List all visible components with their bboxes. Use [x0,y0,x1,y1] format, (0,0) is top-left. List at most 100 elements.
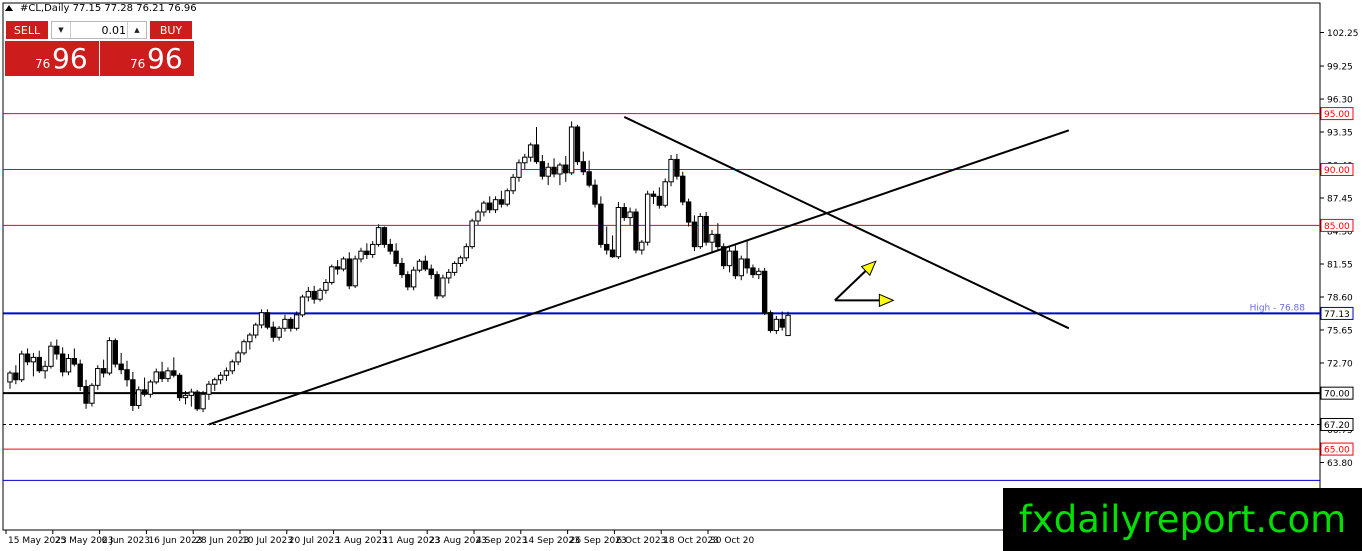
candle-body [165,370,171,380]
candle-body [276,327,282,338]
y-tick-label: 81.55 [1327,260,1353,270]
candle-body [709,233,715,243]
candle-body [7,372,13,383]
candle-body [370,243,376,255]
x-tick-label: 30 Oct 20 [710,536,754,546]
candle-body [703,215,709,243]
candle-body [393,250,399,264]
y-tick-label: 72.70 [1327,359,1353,369]
buy-price-button[interactable]: 76 96 [100,41,194,76]
candle-body [487,202,493,211]
candle-body [732,250,739,277]
candle-body [662,181,668,206]
high-price-label: High - 76.88 [1250,303,1306,313]
candle-body [434,274,440,297]
candle-body [650,193,657,197]
trendline-1[interactable] [208,129,1070,426]
candle-body [481,202,487,213]
candle-body [715,233,721,248]
candle-body [428,268,434,276]
candle-body [639,241,645,251]
candle-body [42,365,48,372]
symbol-menu-icon[interactable] [5,5,13,11]
candle-body [381,227,388,245]
candle-body [36,356,42,372]
price-chart[interactable]: High - 76.88 102.2599.2596.3093.3590.408… [0,0,1362,551]
candle-body [691,221,698,248]
candle-body [358,250,364,260]
lot-size-stepper[interactable]: ▼ ▲ [51,21,147,39]
candle-body [405,274,411,288]
candle-body [592,184,598,205]
candle-body [644,193,651,243]
candle-body [463,246,470,259]
candle-body [451,262,458,273]
candle-body [59,353,66,373]
lot-size-input[interactable] [72,22,128,38]
y-tick-label: 102.25 [1327,29,1359,39]
candle-body [492,199,499,211]
candle-body [527,144,534,158]
y-tick-label: 87.45 [1327,195,1353,205]
candle-body [563,164,569,174]
arrow-shaft-1[interactable] [834,270,867,302]
sell-price-button[interactable]: 76 96 [5,41,99,76]
chevron-down-icon[interactable]: ▼ [52,22,71,38]
x-tick-label: 6 Jun 2023 [102,536,150,546]
sell-price-pips: 96 [52,42,88,75]
candle-body [457,257,464,264]
candle-body [77,363,83,387]
candle-body [604,243,610,251]
candle-body [206,383,212,395]
one-click-trading-panel: SELL ▼ ▲ BUY 76 96 76 96 [5,20,194,76]
candle-body [95,368,101,386]
buy-price-prefix: 76 [130,57,146,71]
candle-body [580,161,586,173]
candle-body [48,345,54,367]
candle-body [30,356,37,363]
y-tick-label: 93.35 [1327,129,1353,139]
candle-body [504,190,510,205]
candle-body [65,357,72,373]
chart-title: #CL,Daily 77.15 77.28 76.21 76.96 [20,3,197,14]
candle-body [334,266,341,270]
plot-frame [2,2,1321,531]
candle-body [469,220,475,248]
candle-body [71,357,78,365]
candle-body [329,266,335,283]
candle-body [19,353,25,381]
buy-button[interactable]: BUY [149,20,193,40]
candle-body [767,312,774,332]
candle-body [258,312,265,326]
candle-body [627,211,633,219]
arrow-head-icon [878,293,895,308]
watermark-logo: fxdailyreport.com [1003,488,1362,551]
candle-body [410,269,417,288]
candle-body [697,215,703,248]
sell-button[interactable]: SELL [5,20,49,40]
candle-body [130,379,136,406]
candle-body [159,371,165,380]
chevron-up-icon[interactable]: ▲ [127,22,146,38]
price-tag-label: 70.00 [1324,390,1350,400]
price-tag-label: 95.00 [1324,110,1350,120]
candle-body [621,207,627,219]
candle-body [182,394,189,399]
candle-body [194,391,200,410]
candle-body [282,318,288,329]
candle-body [533,144,540,163]
candle-body [726,250,733,267]
candle-body [516,162,522,178]
candle-body [568,126,575,174]
candle-body [738,258,744,277]
candle-body [785,314,791,337]
candle-body [212,379,218,385]
candle-body [346,258,353,287]
candle-body [416,260,423,271]
candle-body [744,258,750,269]
trendline-2[interactable] [623,116,1070,330]
candle-body [551,166,557,175]
candle-body [545,166,551,177]
candle-body [422,260,429,270]
candle-body [609,249,616,258]
